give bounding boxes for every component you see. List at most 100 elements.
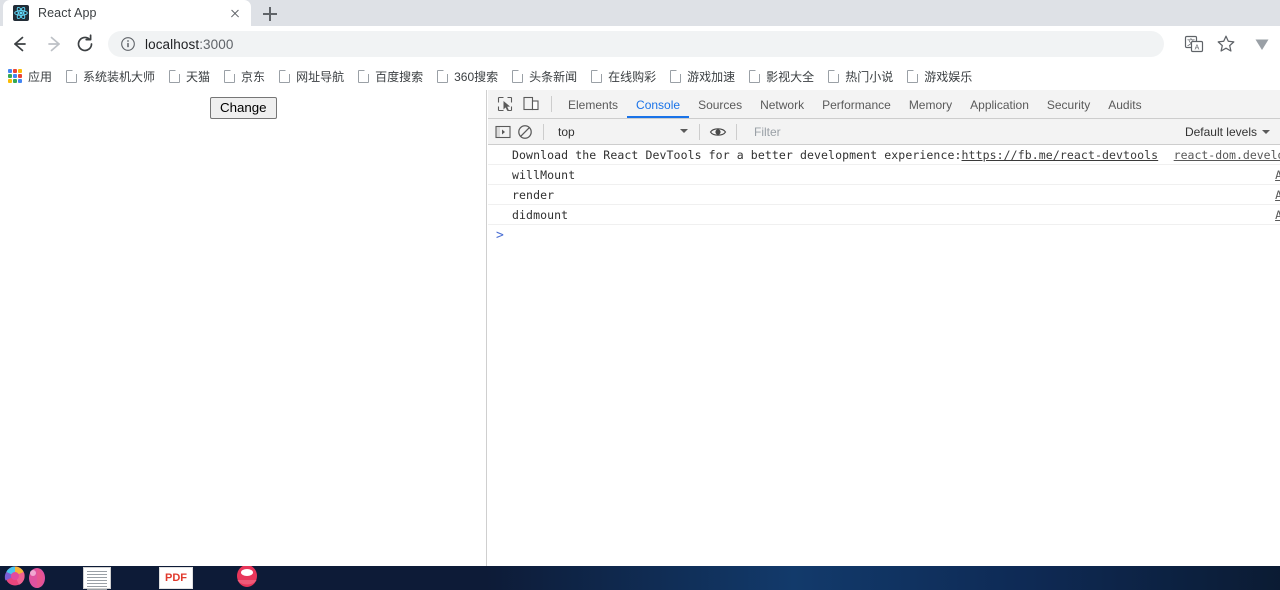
log-message: didmount <box>512 207 569 222</box>
tab-application[interactable]: Application <box>961 91 1038 118</box>
log-message: Download the React DevTools for a better… <box>512 147 962 162</box>
console-filter-input[interactable]: Filter <box>746 122 1181 141</box>
url-host: localhost <box>145 36 200 52</box>
page-icon <box>437 69 449 83</box>
taskbar-item-document[interactable] <box>83 567 111 590</box>
taskbar-item-photos[interactable] <box>24 567 50 590</box>
page-icon <box>512 69 524 83</box>
page-icon <box>279 69 291 83</box>
url-port: :3000 <box>199 36 234 52</box>
bookmark-item-6[interactable]: 360搜索 <box>431 65 504 87</box>
console-log-row[interactable]: Download the React DevTools for a better… <box>488 145 1280 165</box>
info-circle-icon[interactable] <box>120 36 136 52</box>
bookmark-item-11[interactable]: 热门小说 <box>822 65 899 87</box>
live-expression-eye-icon[interactable] <box>707 121 729 143</box>
bookmark-label: 网址导航 <box>296 69 345 84</box>
reload-button[interactable] <box>72 31 98 57</box>
page-icon <box>591 69 603 83</box>
device-toolbar-icon[interactable] <box>518 91 544 117</box>
tab-memory[interactable]: Memory <box>900 91 961 118</box>
bookmark-item-3[interactable]: 京东 <box>218 65 271 87</box>
tab-network[interactable]: Network <box>751 91 813 118</box>
taskbar-item-media[interactable] <box>230 565 264 590</box>
browser-window: React App localhost:3000 A 应用 系统装机大师 天猫 … <box>0 0 1280 590</box>
bookmark-apps[interactable]: 应用 <box>2 65 58 87</box>
chevron-down-icon[interactable] <box>1250 32 1274 56</box>
tab-sources[interactable]: Sources <box>689 91 751 118</box>
bookmark-item-4[interactable]: 网址导航 <box>273 65 350 87</box>
clear-console-icon[interactable] <box>514 121 536 143</box>
log-levels-dropdown[interactable]: Default levels <box>1181 125 1276 139</box>
divider <box>543 123 544 140</box>
tab-elements[interactable]: Elements <box>559 91 627 118</box>
forward-button[interactable] <box>42 31 68 57</box>
tab-security[interactable]: Security <box>1038 91 1099 118</box>
translate-icon[interactable]: 文 A <box>1182 32 1206 56</box>
new-tab-button[interactable] <box>256 2 284 26</box>
divider <box>736 123 737 140</box>
bookmark-item-5[interactable]: 百度搜索 <box>352 65 429 87</box>
taskbar-item-pdf[interactable]: PDF <box>159 567 193 589</box>
log-link[interactable]: https://fb.me/react-devtools <box>962 148 1159 162</box>
devtools-tab-bar: Elements Console Sources Network Perform… <box>488 90 1280 119</box>
chevron-down-icon <box>1262 129 1270 134</box>
back-button[interactable] <box>6 31 32 57</box>
console-toolbar: top Filter Default levels <box>488 119 1280 145</box>
page-icon <box>907 69 919 83</box>
bookmarks-bar: 应用 系统装机大师 天猫 京东 网址导航 百度搜索 360搜索 头条新闻 在线购… <box>0 62 1280 90</box>
page-icon <box>358 69 370 83</box>
browser-toolbar: localhost:3000 文 A <box>0 26 1280 62</box>
console-log-row[interactable]: didmount A <box>488 205 1280 225</box>
console-output[interactable]: Download the React DevTools for a better… <box>488 145 1280 566</box>
bookmark-item-12[interactable]: 游戏娱乐 <box>901 65 978 87</box>
console-prompt[interactable]: > <box>488 225 1280 245</box>
bookmark-label: 系统装机大师 <box>83 69 156 84</box>
divider <box>551 96 552 112</box>
bookmark-item-2[interactable]: 天猫 <box>163 65 216 87</box>
divider <box>699 123 700 140</box>
console-log-row[interactable]: willMount A <box>488 165 1280 185</box>
log-source-link[interactable]: A <box>1275 208 1280 222</box>
console-log-row[interactable]: render A <box>488 185 1280 205</box>
bookmark-label: 在线购彩 <box>608 69 657 84</box>
apps-grid-icon <box>8 69 22 83</box>
bookmark-item-7[interactable]: 头条新闻 <box>506 65 583 87</box>
bookmark-item-9[interactable]: 游戏加速 <box>664 65 741 87</box>
bookmark-item-8[interactable]: 在线购彩 <box>585 65 662 87</box>
react-logo-icon <box>13 5 29 21</box>
bookmark-label: 热门小说 <box>845 69 894 84</box>
tab-audits[interactable]: Audits <box>1099 91 1150 118</box>
star-icon[interactable] <box>1214 32 1238 56</box>
inspect-element-icon[interactable] <box>492 91 518 117</box>
close-icon[interactable] <box>227 5 243 21</box>
bookmark-label: 360搜索 <box>454 69 499 84</box>
bookmark-label: 游戏娱乐 <box>924 69 973 84</box>
bookmark-label: 应用 <box>28 69 53 84</box>
address-bar-text: localhost:3000 <box>145 37 233 52</box>
browser-chrome: React App localhost:3000 A 应用 系统装机大师 天猫 … <box>0 0 1280 90</box>
execution-context-value: top <box>558 124 575 139</box>
log-source-link[interactable]: A <box>1275 168 1280 182</box>
svg-text:A: A <box>1195 45 1200 52</box>
page-icon <box>224 69 236 83</box>
bookmark-label: 头条新闻 <box>529 69 578 84</box>
tab-performance[interactable]: Performance <box>813 91 900 118</box>
page-viewport: Change <box>0 90 487 566</box>
browser-tab-react-app[interactable]: React App <box>3 0 251 26</box>
bookmark-item-1[interactable]: 系统装机大师 <box>60 65 161 87</box>
log-source-link[interactable]: A <box>1275 188 1280 202</box>
log-source-link[interactable]: react-dom.development. <box>1174 148 1280 162</box>
page-icon <box>749 69 761 83</box>
address-bar[interactable]: localhost:3000 <box>108 31 1164 57</box>
bookmark-item-10[interactable]: 影视大全 <box>743 65 820 87</box>
tab-title: React App <box>38 6 97 20</box>
page-icon <box>66 69 78 83</box>
change-button[interactable]: Change <box>210 97 277 119</box>
page-icon <box>670 69 682 83</box>
bookmark-label: 百度搜索 <box>375 69 424 84</box>
console-sidebar-icon[interactable] <box>492 121 514 143</box>
bookmark-label: 影视大全 <box>766 69 815 84</box>
execution-context-select[interactable]: top <box>554 122 692 141</box>
bookmark-label: 天猫 <box>186 69 211 84</box>
tab-console[interactable]: Console <box>627 91 690 118</box>
